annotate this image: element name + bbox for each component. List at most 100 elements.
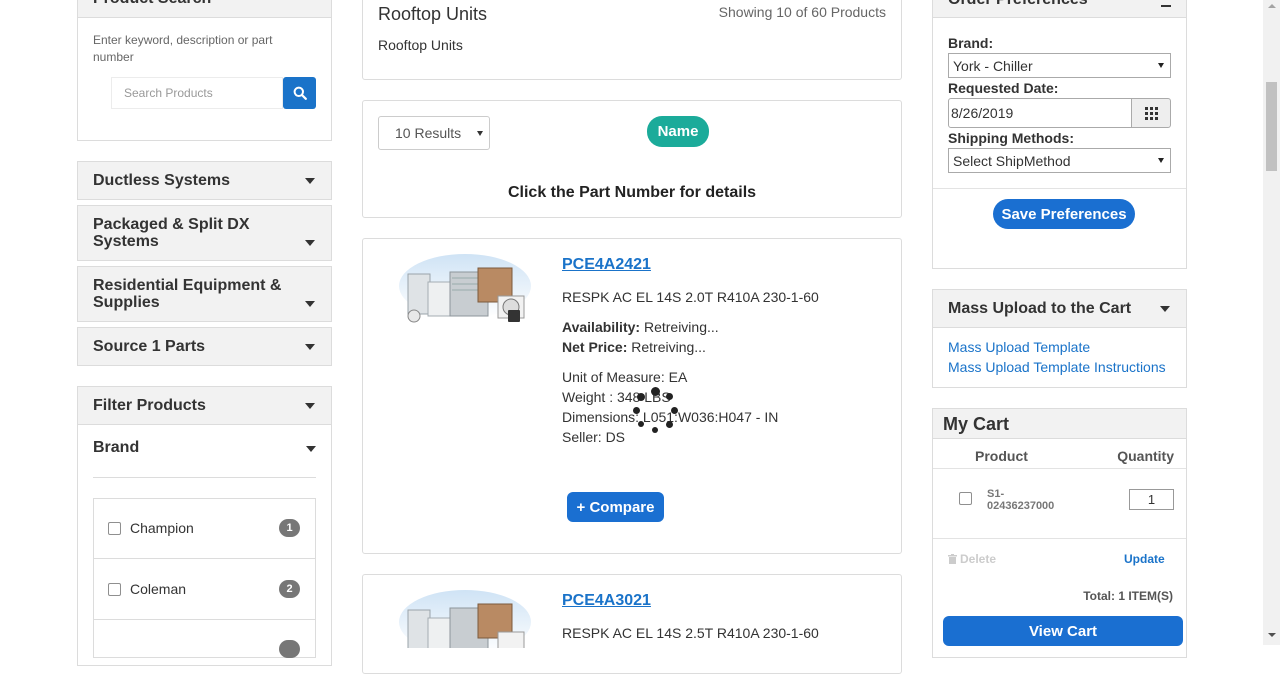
unit-of-measure: Unit of Measure: EA — [562, 369, 688, 385]
category-label: Residential Equipment & Supplies — [93, 277, 282, 311]
divider — [933, 188, 1186, 189]
cart-item-part: S1- 02436237000 — [987, 488, 1054, 512]
cart-quantity-value: 1 — [1147, 492, 1156, 507]
net-price-label: Net Price: — [562, 339, 628, 355]
select-arrow-icon — [477, 131, 483, 136]
product-search-panel — [77, 0, 332, 141]
mass-upload-instructions-link[interactable]: Mass Upload Template Instructions — [948, 359, 1166, 375]
select-arrow-icon — [1158, 158, 1164, 163]
brand-option-coleman[interactable]: Coleman 2 — [93, 559, 316, 620]
brand-count-badge: 1 — [279, 519, 300, 537]
category-packaged-split-dx[interactable]: Packaged & Split DX Systems — [77, 205, 332, 261]
scroll-down-arrow-icon[interactable] — [1268, 633, 1276, 637]
caret-down-icon — [305, 343, 315, 350]
select-arrow-icon — [1158, 63, 1164, 68]
divider — [933, 538, 1186, 539]
brand-filter-header[interactable]: Brand — [93, 439, 316, 478]
showing-count: Showing 10 of 60 Products — [718, 4, 886, 20]
brand-checkbox[interactable] — [108, 582, 121, 596]
category-source-1-parts[interactable]: Source 1 Parts — [77, 327, 332, 366]
brand-count-badge — [279, 640, 300, 658]
trash-icon — [948, 554, 957, 564]
shipping-methods-label: Shipping Methods: — [948, 130, 1074, 146]
caret-down-icon — [305, 177, 315, 184]
search-hint: Enter keyword, description or part numbe… — [93, 33, 273, 64]
brand-count-badge: 2 — [279, 580, 300, 598]
scroll-up-arrow-icon[interactable] — [1268, 4, 1276, 8]
search-icon — [293, 86, 307, 100]
requested-date-value: 8/26/2019 — [951, 105, 1014, 121]
part-number-link[interactable]: PCE4A2421 — [562, 256, 651, 274]
caret-down-icon — [305, 402, 315, 409]
divider — [933, 468, 1186, 469]
cart-item-checkbox[interactable] — [959, 492, 972, 505]
net-price-value: Retreiving... — [631, 339, 706, 355]
product-search-title: Product Search — [93, 0, 211, 8]
cart-delete-label: Delete — [960, 552, 997, 566]
filter-products-header[interactable]: Filter Products — [77, 386, 332, 425]
search-button[interactable] — [283, 77, 316, 109]
product-image[interactable] — [398, 252, 532, 328]
product-image[interactable] — [398, 588, 532, 648]
loading-spinner-icon — [632, 386, 680, 434]
cart-total: Total: 1 ITEM(S) — [1083, 589, 1173, 603]
calendar-grid-icon — [1144, 106, 1158, 120]
brand-select-value: York - Chiller — [953, 57, 1033, 74]
sort-by-name-button[interactable]: Name — [647, 116, 709, 147]
seller: Seller: DS — [562, 429, 626, 445]
availability-label: Availability: — [562, 319, 641, 335]
brand-title: Brand — [93, 439, 140, 456]
cart-col-product: Product — [975, 448, 1028, 464]
brand-label: Brand: — [948, 35, 994, 51]
filter-title: Filter Products — [93, 396, 206, 414]
shipping-select-value: Select ShipMethod — [953, 152, 1071, 169]
order-preferences-header[interactable]: Order Preferences — [932, 0, 1187, 18]
category-ductless-systems[interactable]: Ductless Systems — [77, 161, 332, 200]
results-select-value: 10 Results — [395, 125, 462, 141]
cart-item-part-line1: S1- — [987, 488, 1005, 500]
category-subtitle: Rooftop Units — [378, 37, 463, 53]
cart-delete-button[interactable]: Delete — [948, 552, 996, 566]
caret-down-icon — [306, 446, 316, 452]
brand-label: Champion — [130, 520, 194, 536]
product-description: RESPK AC EL 14S 2.0T R410A 230-1-60 — [562, 289, 819, 305]
brand-checkbox[interactable] — [108, 521, 121, 535]
category-label: Source 1 Parts — [93, 337, 206, 355]
mass-upload-header[interactable]: Mass Upload to the Cart — [932, 289, 1187, 328]
compare-button[interactable]: + Compare — [567, 492, 664, 522]
page-scrollbar[interactable] — [1263, 0, 1280, 645]
brand-select[interactable]: York - Chiller — [948, 53, 1171, 78]
view-cart-button[interactable]: View Cart — [943, 616, 1183, 646]
category-residential-equipment[interactable]: Residential Equipment & Supplies — [77, 266, 332, 322]
instructions-text: Click the Part Number for details — [507, 184, 757, 201]
save-preferences-button[interactable]: Save Preferences — [993, 199, 1135, 229]
shipping-method-select[interactable]: Select ShipMethod — [948, 148, 1171, 173]
caret-down-icon — [1160, 306, 1170, 312]
my-cart-title: My Cart — [943, 414, 1010, 434]
mass-upload-title: Mass Upload to the Cart — [948, 300, 1132, 317]
availability-value: Retreiving... — [643, 319, 719, 335]
calendar-button[interactable] — [1131, 98, 1171, 128]
brand-label: Coleman — [130, 581, 187, 597]
category-label: Packaged & Split DX Systems — [93, 216, 250, 250]
my-cart-header: My Cart — [932, 408, 1187, 439]
requested-date-label: Requested Date: — [948, 80, 1059, 96]
cart-item-part-line2: 02436237000 — [987, 500, 1055, 512]
cart-col-quantity: Quantity — [1117, 448, 1174, 464]
requested-date-input[interactable]: 8/26/2019 — [948, 98, 1132, 128]
order-preferences-title: Order Preferences — [948, 0, 1088, 9]
collapse-icon[interactable] — [1161, 5, 1171, 7]
category-title: Rooftop Units — [378, 4, 488, 24]
scrollbar-thumb[interactable] — [1266, 82, 1277, 171]
part-number-link[interactable]: PCE4A3021 — [562, 592, 651, 610]
availability-row: Availability: Retreiving... — [562, 319, 719, 335]
cart-update-button[interactable]: Update — [1124, 552, 1165, 566]
category-label: Ductless Systems — [93, 171, 230, 189]
net-price-row: Net Price: Retreiving... — [562, 339, 706, 355]
caret-down-icon — [305, 240, 315, 246]
search-input[interactable]: Search Products — [111, 77, 283, 109]
results-per-page-select[interactable]: 10 Results — [378, 116, 490, 150]
cart-quantity-input[interactable]: 1 — [1129, 489, 1174, 510]
mass-upload-template-link[interactable]: Mass Upload Template — [948, 339, 1090, 355]
brand-option-champion[interactable]: Champion 1 — [93, 498, 316, 559]
